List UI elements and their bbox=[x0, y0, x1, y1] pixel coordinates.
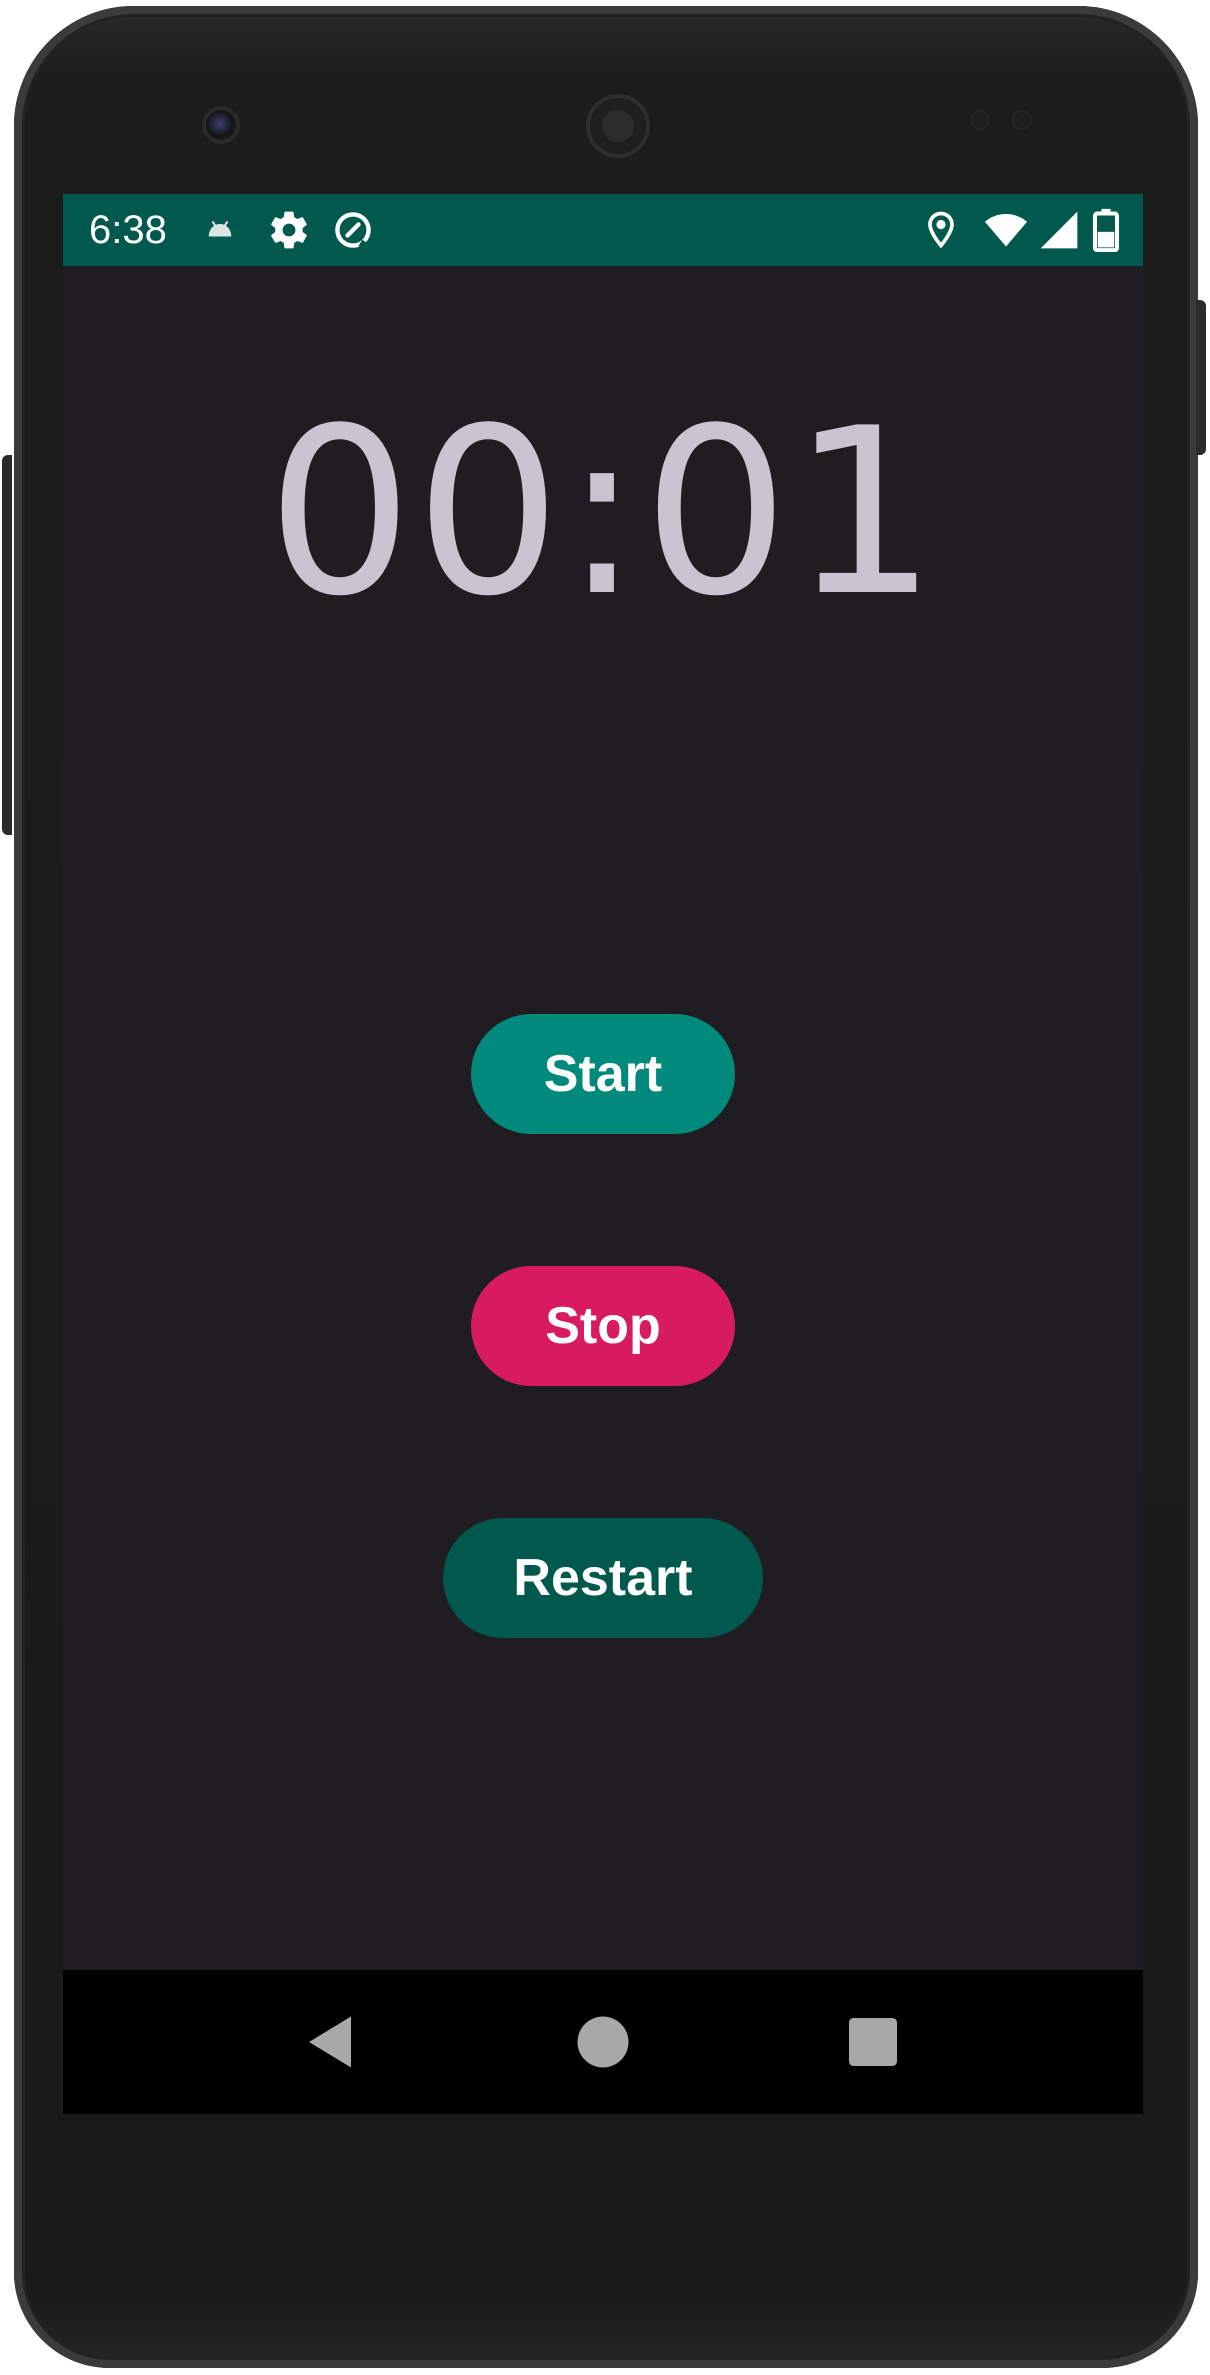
front-camera bbox=[206, 110, 236, 140]
app-screen: 6:38 00:01 Start Stop Restart bbox=[63, 194, 1143, 2114]
battery-icon bbox=[1089, 208, 1123, 252]
light-sensor bbox=[1014, 112, 1030, 128]
wifi-icon bbox=[981, 208, 1031, 252]
navigation-bar bbox=[63, 1970, 1143, 2114]
android-notification-icon bbox=[205, 214, 235, 244]
power-button bbox=[1196, 300, 1206, 455]
home-icon[interactable] bbox=[567, 2006, 639, 2078]
location-icon bbox=[919, 208, 963, 252]
volume-rocker bbox=[2, 455, 12, 835]
stopwatch-display: 00:01 bbox=[266, 380, 940, 647]
restart-button[interactable]: Restart bbox=[443, 1518, 763, 1638]
proximity-sensor bbox=[972, 112, 988, 128]
settings-gear-icon bbox=[267, 208, 311, 252]
back-icon[interactable] bbox=[297, 2006, 369, 2078]
device-frame-scene: 6:38 00:01 Start Stop Restart bbox=[0, 0, 1210, 2375]
data-saver-icon bbox=[331, 208, 375, 252]
earpiece-speaker bbox=[590, 98, 646, 154]
status-bar: 6:38 bbox=[63, 194, 1143, 266]
cell-signal-icon bbox=[1037, 208, 1081, 252]
start-button[interactable]: Start bbox=[471, 1014, 735, 1134]
stop-button[interactable]: Stop bbox=[471, 1266, 735, 1386]
status-time: 6:38 bbox=[89, 208, 167, 252]
recents-icon[interactable] bbox=[837, 2006, 909, 2078]
